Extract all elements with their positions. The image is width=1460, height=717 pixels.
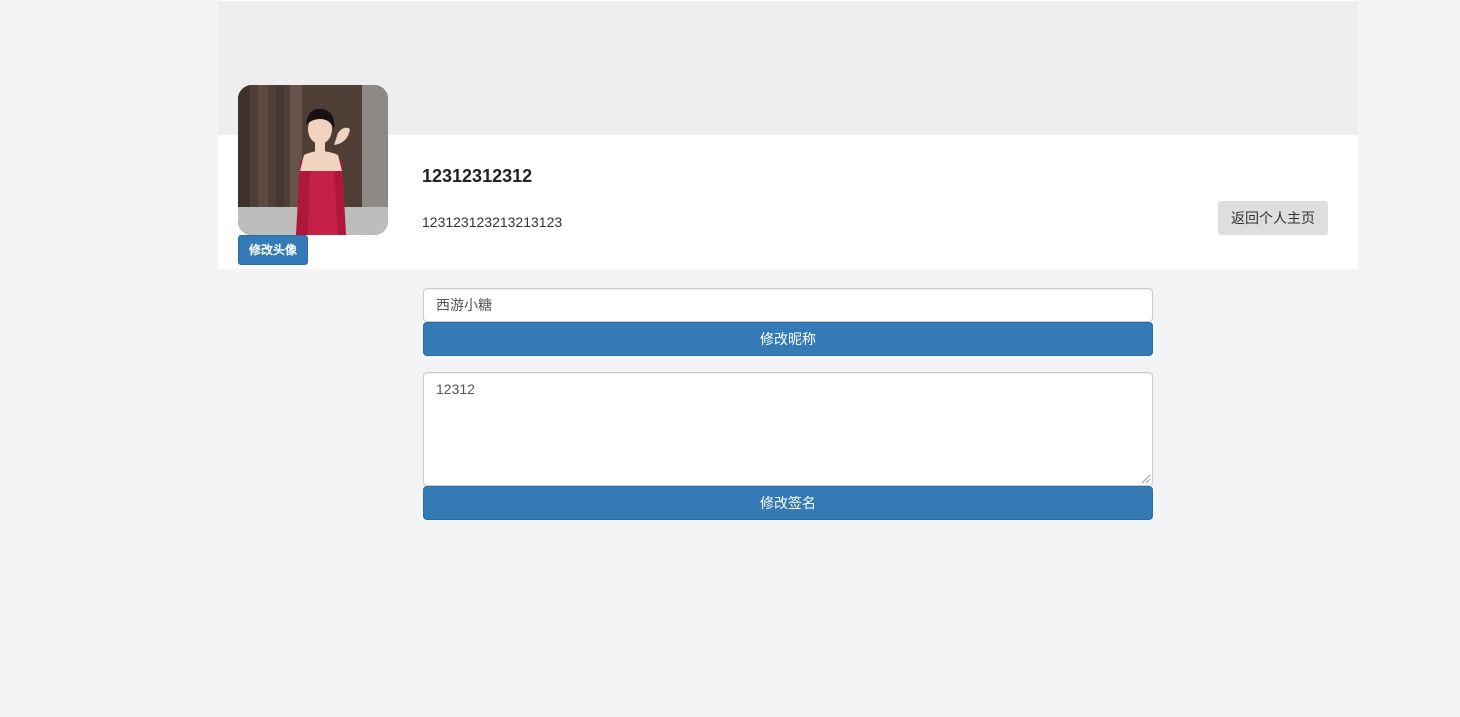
profile-card: 修改头像 12312312312 123123123213213123 返回个人…	[218, 0, 1358, 269]
profile-cover	[218, 1, 1358, 135]
signature-textarea-value: 12312	[436, 381, 475, 397]
change-signature-button[interactable]: 修改签名	[423, 486, 1153, 520]
change-nickname-button[interactable]: 修改昵称	[423, 322, 1153, 356]
back-to-homepage-button[interactable]: 返回个人主页	[1218, 201, 1328, 235]
profile-username: 12312312312	[422, 166, 533, 186]
nickname-input[interactable]: 西游小糖	[423, 288, 1153, 322]
resize-grip-icon[interactable]	[1141, 474, 1151, 484]
edit-profile-form: 西游小糖 修改昵称 12312 修改签名	[423, 288, 1153, 520]
signature-textarea[interactable]: 12312	[423, 372, 1153, 486]
profile-signature: 123123123213213123	[422, 214, 563, 230]
change-avatar-button[interactable]: 修改头像	[238, 235, 308, 265]
avatar-image	[238, 85, 388, 235]
avatar	[238, 85, 388, 235]
